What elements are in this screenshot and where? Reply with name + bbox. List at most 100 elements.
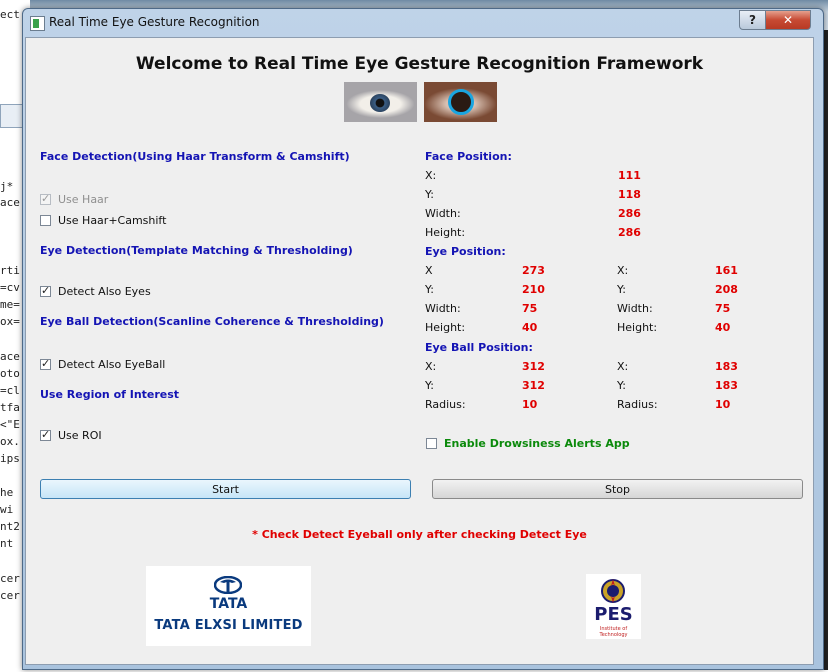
- eyeball-warning-note: * Check Detect Eyeball only after checki…: [252, 528, 587, 541]
- face-height-value: 286: [618, 226, 641, 239]
- start-button[interactable]: Start: [40, 479, 411, 499]
- eyeball-position-title: Eye Ball Position:: [425, 341, 533, 354]
- detect-eyes-checkbox[interactable]: Detect Also Eyes: [40, 283, 151, 299]
- tata-emblem-icon: [214, 576, 242, 594]
- checkbox-label: Use Haar: [58, 192, 109, 206]
- code-line: nt: [0, 537, 14, 550]
- left-eye-width-value: 75: [522, 302, 538, 315]
- face-x-value: 111: [618, 169, 641, 182]
- detect-eyeball-checkbox[interactable]: Detect Also EyeBall: [40, 356, 165, 372]
- right-eyeball-x-value: 183: [715, 360, 738, 373]
- face-width-value: 286: [618, 207, 641, 220]
- checkbox-box[interactable]: [40, 192, 51, 205]
- code-line: cer: [0, 589, 20, 602]
- checkbox-box[interactable]: [40, 357, 51, 370]
- code-line: me=: [0, 298, 20, 311]
- checkbox-label: Detect Also EyeBall: [58, 357, 166, 371]
- code-line: wi: [0, 503, 14, 516]
- left-eye-y-value: 210: [522, 283, 545, 296]
- eye-tracked-image: [424, 82, 497, 122]
- left-eye-y-label: Y:: [425, 283, 434, 296]
- face-height-label: Height:: [425, 226, 466, 239]
- right-eye-width-label: Width:: [617, 302, 653, 315]
- right-eye-y-value: 208: [715, 283, 738, 296]
- pes-logo: PES Institute of Technology: [586, 574, 641, 639]
- dialog-client-area: Welcome to Real Time Eye Gesture Recogni…: [25, 37, 814, 665]
- right-eye-height-value: 40: [715, 321, 731, 334]
- help-button[interactable]: ?: [739, 10, 766, 30]
- right-eye-height-label: Height:: [617, 321, 658, 334]
- code-line: ace: [0, 196, 20, 209]
- pes-subtitle: Institute of Technology: [599, 626, 628, 638]
- use-haar-camshift-checkbox[interactable]: Use Haar+Camshift: [40, 212, 166, 228]
- checkbox-box[interactable]: [40, 428, 51, 441]
- window-title: Real Time Eye Gesture Recognition: [49, 15, 260, 29]
- eye-position-title: Eye Position:: [425, 245, 506, 258]
- left-eye-height-label: Height:: [425, 321, 466, 334]
- right-eyeball-y-label: Y:: [617, 379, 626, 392]
- code-line: cer: [0, 572, 20, 585]
- eye-detection-title: Eye Detection(Template Matching & Thresh…: [40, 244, 353, 257]
- ide-tab[interactable]: [0, 104, 24, 128]
- code-line: <"E: [0, 418, 20, 431]
- code-line: =cl: [0, 384, 20, 397]
- right-eyeball-x-label: X:: [617, 360, 629, 373]
- left-eye-x-label: X: [425, 264, 433, 277]
- code-line: ect: [0, 8, 20, 21]
- roi-title: Use Region of Interest: [40, 388, 180, 401]
- code-line: ox=: [0, 315, 20, 328]
- checkbox-box[interactable]: [40, 214, 51, 226]
- right-eye-width-value: 75: [715, 302, 731, 315]
- close-button[interactable]: ✕: [765, 10, 811, 30]
- right-eyeball-radius-label: Radius:: [617, 398, 658, 411]
- app-icon: [30, 16, 45, 31]
- face-width-label: Width:: [425, 207, 461, 220]
- checkbox-label: Use Haar+Camshift: [58, 213, 167, 227]
- right-eye-x-value: 161: [715, 264, 738, 277]
- use-roi-checkbox[interactable]: Use ROI: [40, 427, 102, 443]
- title-bar[interactable]: Real Time Eye Gesture Recognition ? ✕: [23, 9, 823, 37]
- checkbox-box[interactable]: [426, 437, 437, 449]
- left-eyeball-x-value: 312: [522, 360, 545, 373]
- drowsiness-alerts-checkbox[interactable]: Enable Drowsiness Alerts App: [426, 435, 630, 451]
- use-haar-checkbox[interactable]: Use Haar: [40, 191, 108, 207]
- code-line: =cv: [0, 281, 20, 294]
- checkbox-label: Use ROI: [58, 428, 102, 442]
- right-eye-y-label: Y:: [617, 283, 626, 296]
- code-line: ace: [0, 350, 20, 363]
- eye-image: [344, 82, 417, 122]
- left-eyeball-x-label: X:: [425, 360, 437, 373]
- right-eyeball-radius-value: 10: [715, 398, 731, 411]
- left-eye-width-label: Width:: [425, 302, 461, 315]
- checkbox-box[interactable]: [40, 284, 51, 297]
- pes-word: PES: [594, 604, 633, 625]
- page-title: Welcome to Real Time Eye Gesture Recogni…: [135, 54, 704, 74]
- checkbox-label: Detect Also Eyes: [58, 284, 151, 298]
- stop-button[interactable]: Stop: [432, 479, 803, 499]
- face-y-label: Y:: [425, 188, 434, 201]
- code-line: rti: [0, 264, 20, 277]
- code-line: ox.: [0, 435, 20, 448]
- left-eyeball-radius-label: Radius:: [425, 398, 466, 411]
- code-line: j*: [0, 180, 14, 193]
- face-y-value: 118: [618, 188, 641, 201]
- left-eyeball-radius-value: 10: [522, 398, 538, 411]
- checkbox-label: Enable Drowsiness Alerts App: [444, 436, 630, 450]
- face-x-label: X:: [425, 169, 437, 182]
- code-line: he: [0, 486, 14, 499]
- tata-elxsi-logo: TATA TATA ELXSI LIMITED: [146, 566, 311, 646]
- code-line: ips: [0, 452, 20, 465]
- face-position-title: Face Position:: [425, 150, 512, 163]
- tata-word: TATA: [209, 596, 248, 612]
- code-line: oto: [0, 367, 20, 380]
- left-eye-height-value: 40: [522, 321, 538, 334]
- left-eyeball-y-label: Y:: [425, 379, 434, 392]
- tata-company-name: TATA ELXSI LIMITED: [154, 618, 303, 633]
- app-window: Real Time Eye Gesture Recognition ? ✕ We…: [22, 8, 824, 670]
- right-eye-x-label: X:: [617, 264, 629, 277]
- code-line: nt2: [0, 520, 20, 533]
- left-eye-x-value: 273: [522, 264, 545, 277]
- eyeball-detection-title: Eye Ball Detection(Scanline Coherence & …: [40, 315, 384, 328]
- code-line: tfa: [0, 401, 20, 414]
- pes-emblem-icon: [601, 579, 625, 603]
